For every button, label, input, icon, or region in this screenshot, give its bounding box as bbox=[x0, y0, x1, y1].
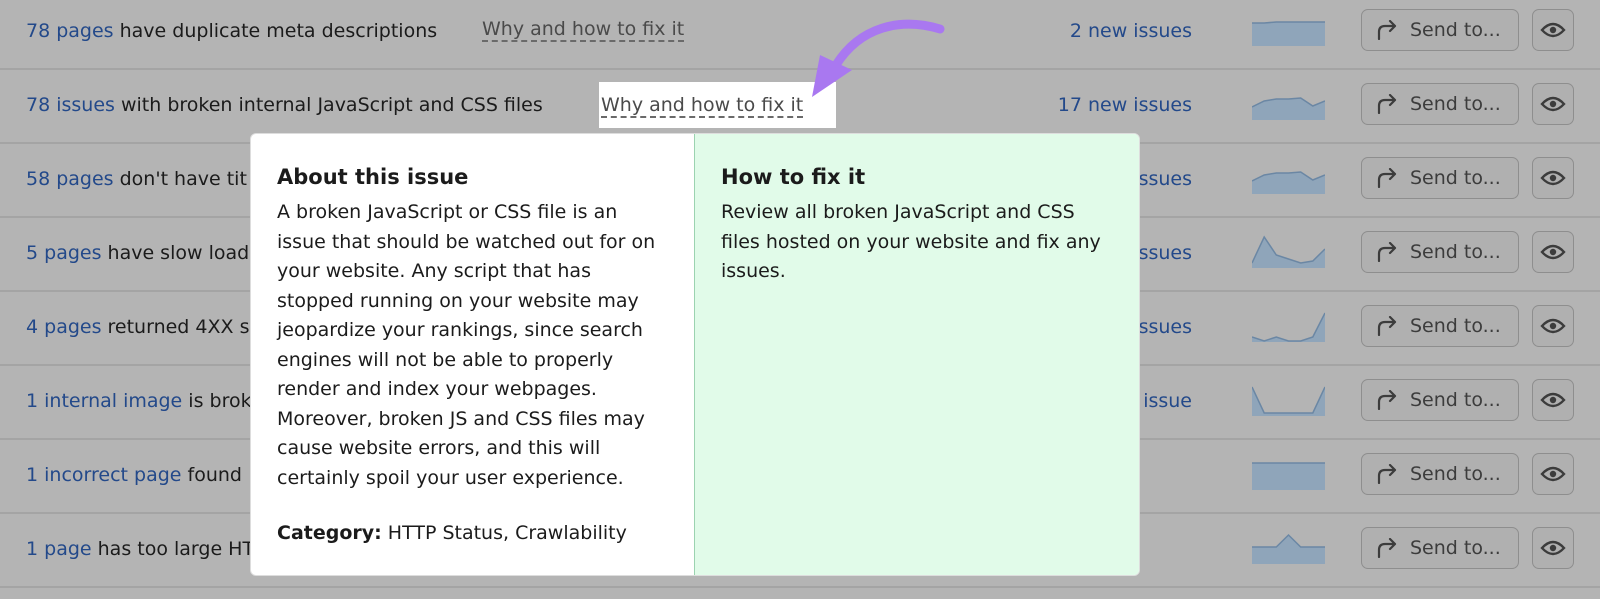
category-value: HTTP Status, Crawlability bbox=[381, 522, 627, 544]
new-issues-count[interactable]: ssues bbox=[1139, 218, 1192, 288]
view-button[interactable] bbox=[1532, 83, 1574, 125]
issue-text: have duplicate meta descriptions bbox=[113, 20, 438, 42]
new-issues-count[interactable]: issue bbox=[1143, 366, 1192, 436]
send-to-label: Send to... bbox=[1410, 93, 1501, 115]
issue-title: 5 pages have slow load bbox=[26, 218, 249, 292]
share-arrow-icon bbox=[1377, 390, 1397, 410]
share-arrow-icon bbox=[1377, 464, 1397, 484]
issue-info-popup: About this issue A broken JavaScript or … bbox=[250, 133, 1140, 576]
view-button[interactable] bbox=[1532, 231, 1574, 273]
issue-link[interactable]: 1 page bbox=[26, 538, 92, 560]
issue-title: 78 pages have duplicate meta description… bbox=[26, 0, 437, 70]
fix-title: How to fix it bbox=[721, 165, 866, 189]
issue-link[interactable]: 1 internal image bbox=[26, 390, 182, 412]
trend-sparkline bbox=[1252, 171, 1325, 194]
issue-link[interactable]: 5 pages bbox=[26, 242, 101, 264]
issue-title: 4 pages returned 4XX s bbox=[26, 292, 249, 366]
send-to-button[interactable]: Send to... bbox=[1361, 231, 1519, 273]
eye-icon bbox=[1540, 244, 1566, 260]
send-to-button[interactable]: Send to... bbox=[1361, 527, 1519, 569]
issue-link[interactable]: 1 incorrect page bbox=[26, 464, 181, 486]
send-to-button[interactable]: Send to... bbox=[1361, 379, 1519, 421]
issue-link[interactable]: 58 pages bbox=[26, 168, 114, 190]
why-and-how-link[interactable]: Why and how to fix it bbox=[601, 94, 804, 118]
eye-icon bbox=[1540, 22, 1566, 38]
view-button[interactable] bbox=[1532, 9, 1574, 51]
issue-text: is brok bbox=[182, 390, 252, 412]
trend-sparkline bbox=[1252, 462, 1325, 490]
send-to-label: Send to... bbox=[1410, 167, 1501, 189]
send-to-label: Send to... bbox=[1410, 241, 1501, 263]
issue-text: returned 4XX s bbox=[101, 316, 250, 338]
issue-text: don't have tit bbox=[113, 168, 247, 190]
issue-text: have slow load bbox=[101, 242, 250, 264]
trend-sparkline bbox=[1252, 533, 1325, 564]
send-to-button[interactable]: Send to... bbox=[1361, 9, 1519, 51]
eye-icon bbox=[1540, 170, 1566, 186]
issue-link[interactable]: 4 pages bbox=[26, 316, 101, 338]
issue-title: 1 incorrect page found bbox=[26, 440, 242, 514]
eye-icon bbox=[1540, 96, 1566, 112]
share-arrow-icon bbox=[1377, 168, 1397, 188]
new-issues-count[interactable]: ssues bbox=[1139, 292, 1192, 362]
fix-section: How to fix it Review all broken JavaScri… bbox=[695, 134, 1139, 575]
eye-icon bbox=[1540, 466, 1566, 482]
eye-icon bbox=[1540, 540, 1566, 556]
send-to-button[interactable]: Send to... bbox=[1361, 305, 1519, 347]
share-arrow-icon bbox=[1377, 94, 1397, 114]
send-to-button[interactable]: Send to... bbox=[1361, 453, 1519, 495]
send-to-button[interactable]: Send to... bbox=[1361, 83, 1519, 125]
issue-title: 1 internal image is brok bbox=[26, 366, 252, 440]
trend-sparkline bbox=[1252, 312, 1325, 342]
about-text: A broken JavaScript or CSS file is an is… bbox=[277, 201, 656, 489]
send-to-label: Send to... bbox=[1410, 315, 1501, 337]
fix-text: Review all broken JavaScript and CSS fil… bbox=[721, 201, 1101, 282]
send-to-label: Send to... bbox=[1410, 19, 1501, 41]
issue-text: has too large HT bbox=[91, 538, 255, 560]
issue-text: found bbox=[181, 464, 242, 486]
view-button[interactable] bbox=[1532, 379, 1574, 421]
trend-sparkline bbox=[1252, 235, 1325, 268]
callout-arrow-icon bbox=[812, 19, 945, 97]
share-arrow-icon bbox=[1377, 316, 1397, 336]
view-button[interactable] bbox=[1532, 157, 1574, 199]
eye-icon bbox=[1540, 318, 1566, 334]
share-arrow-icon bbox=[1377, 242, 1397, 262]
new-issues-count[interactable]: 17 new issues bbox=[1058, 70, 1192, 140]
view-button[interactable] bbox=[1532, 305, 1574, 347]
share-arrow-icon bbox=[1377, 538, 1397, 558]
about-title: About this issue bbox=[277, 165, 469, 189]
category-label: Category: bbox=[277, 522, 382, 544]
new-issues-count[interactable]: ssues bbox=[1139, 144, 1192, 214]
new-issues-count[interactable]: 2 new issues bbox=[1070, 0, 1192, 66]
why-and-how-link[interactable]: Why and how to fix it bbox=[482, 18, 685, 42]
trend-sparkline bbox=[1252, 97, 1325, 120]
issue-title: 1 page has too large HT bbox=[26, 514, 254, 588]
trend-sparkline bbox=[1252, 21, 1325, 46]
send-to-label: Send to... bbox=[1410, 389, 1501, 411]
send-to-label: Send to... bbox=[1410, 463, 1501, 485]
send-to-label: Send to... bbox=[1410, 537, 1501, 559]
view-button[interactable] bbox=[1532, 453, 1574, 495]
issue-title: 58 pages don't have tit bbox=[26, 144, 247, 218]
eye-icon bbox=[1540, 392, 1566, 408]
category: Category: HTTP Status, Crawlability bbox=[277, 519, 668, 549]
share-arrow-icon bbox=[1377, 20, 1397, 40]
issue-link[interactable]: 78 issues bbox=[26, 94, 115, 116]
issue-text: with broken internal JavaScript and CSS … bbox=[114, 94, 543, 116]
view-button[interactable] bbox=[1532, 527, 1574, 569]
send-to-button[interactable]: Send to... bbox=[1361, 157, 1519, 199]
trend-sparkline bbox=[1252, 386, 1325, 416]
issue-link[interactable]: 78 pages bbox=[26, 20, 114, 42]
about-section: About this issue A broken JavaScript or … bbox=[251, 134, 695, 575]
